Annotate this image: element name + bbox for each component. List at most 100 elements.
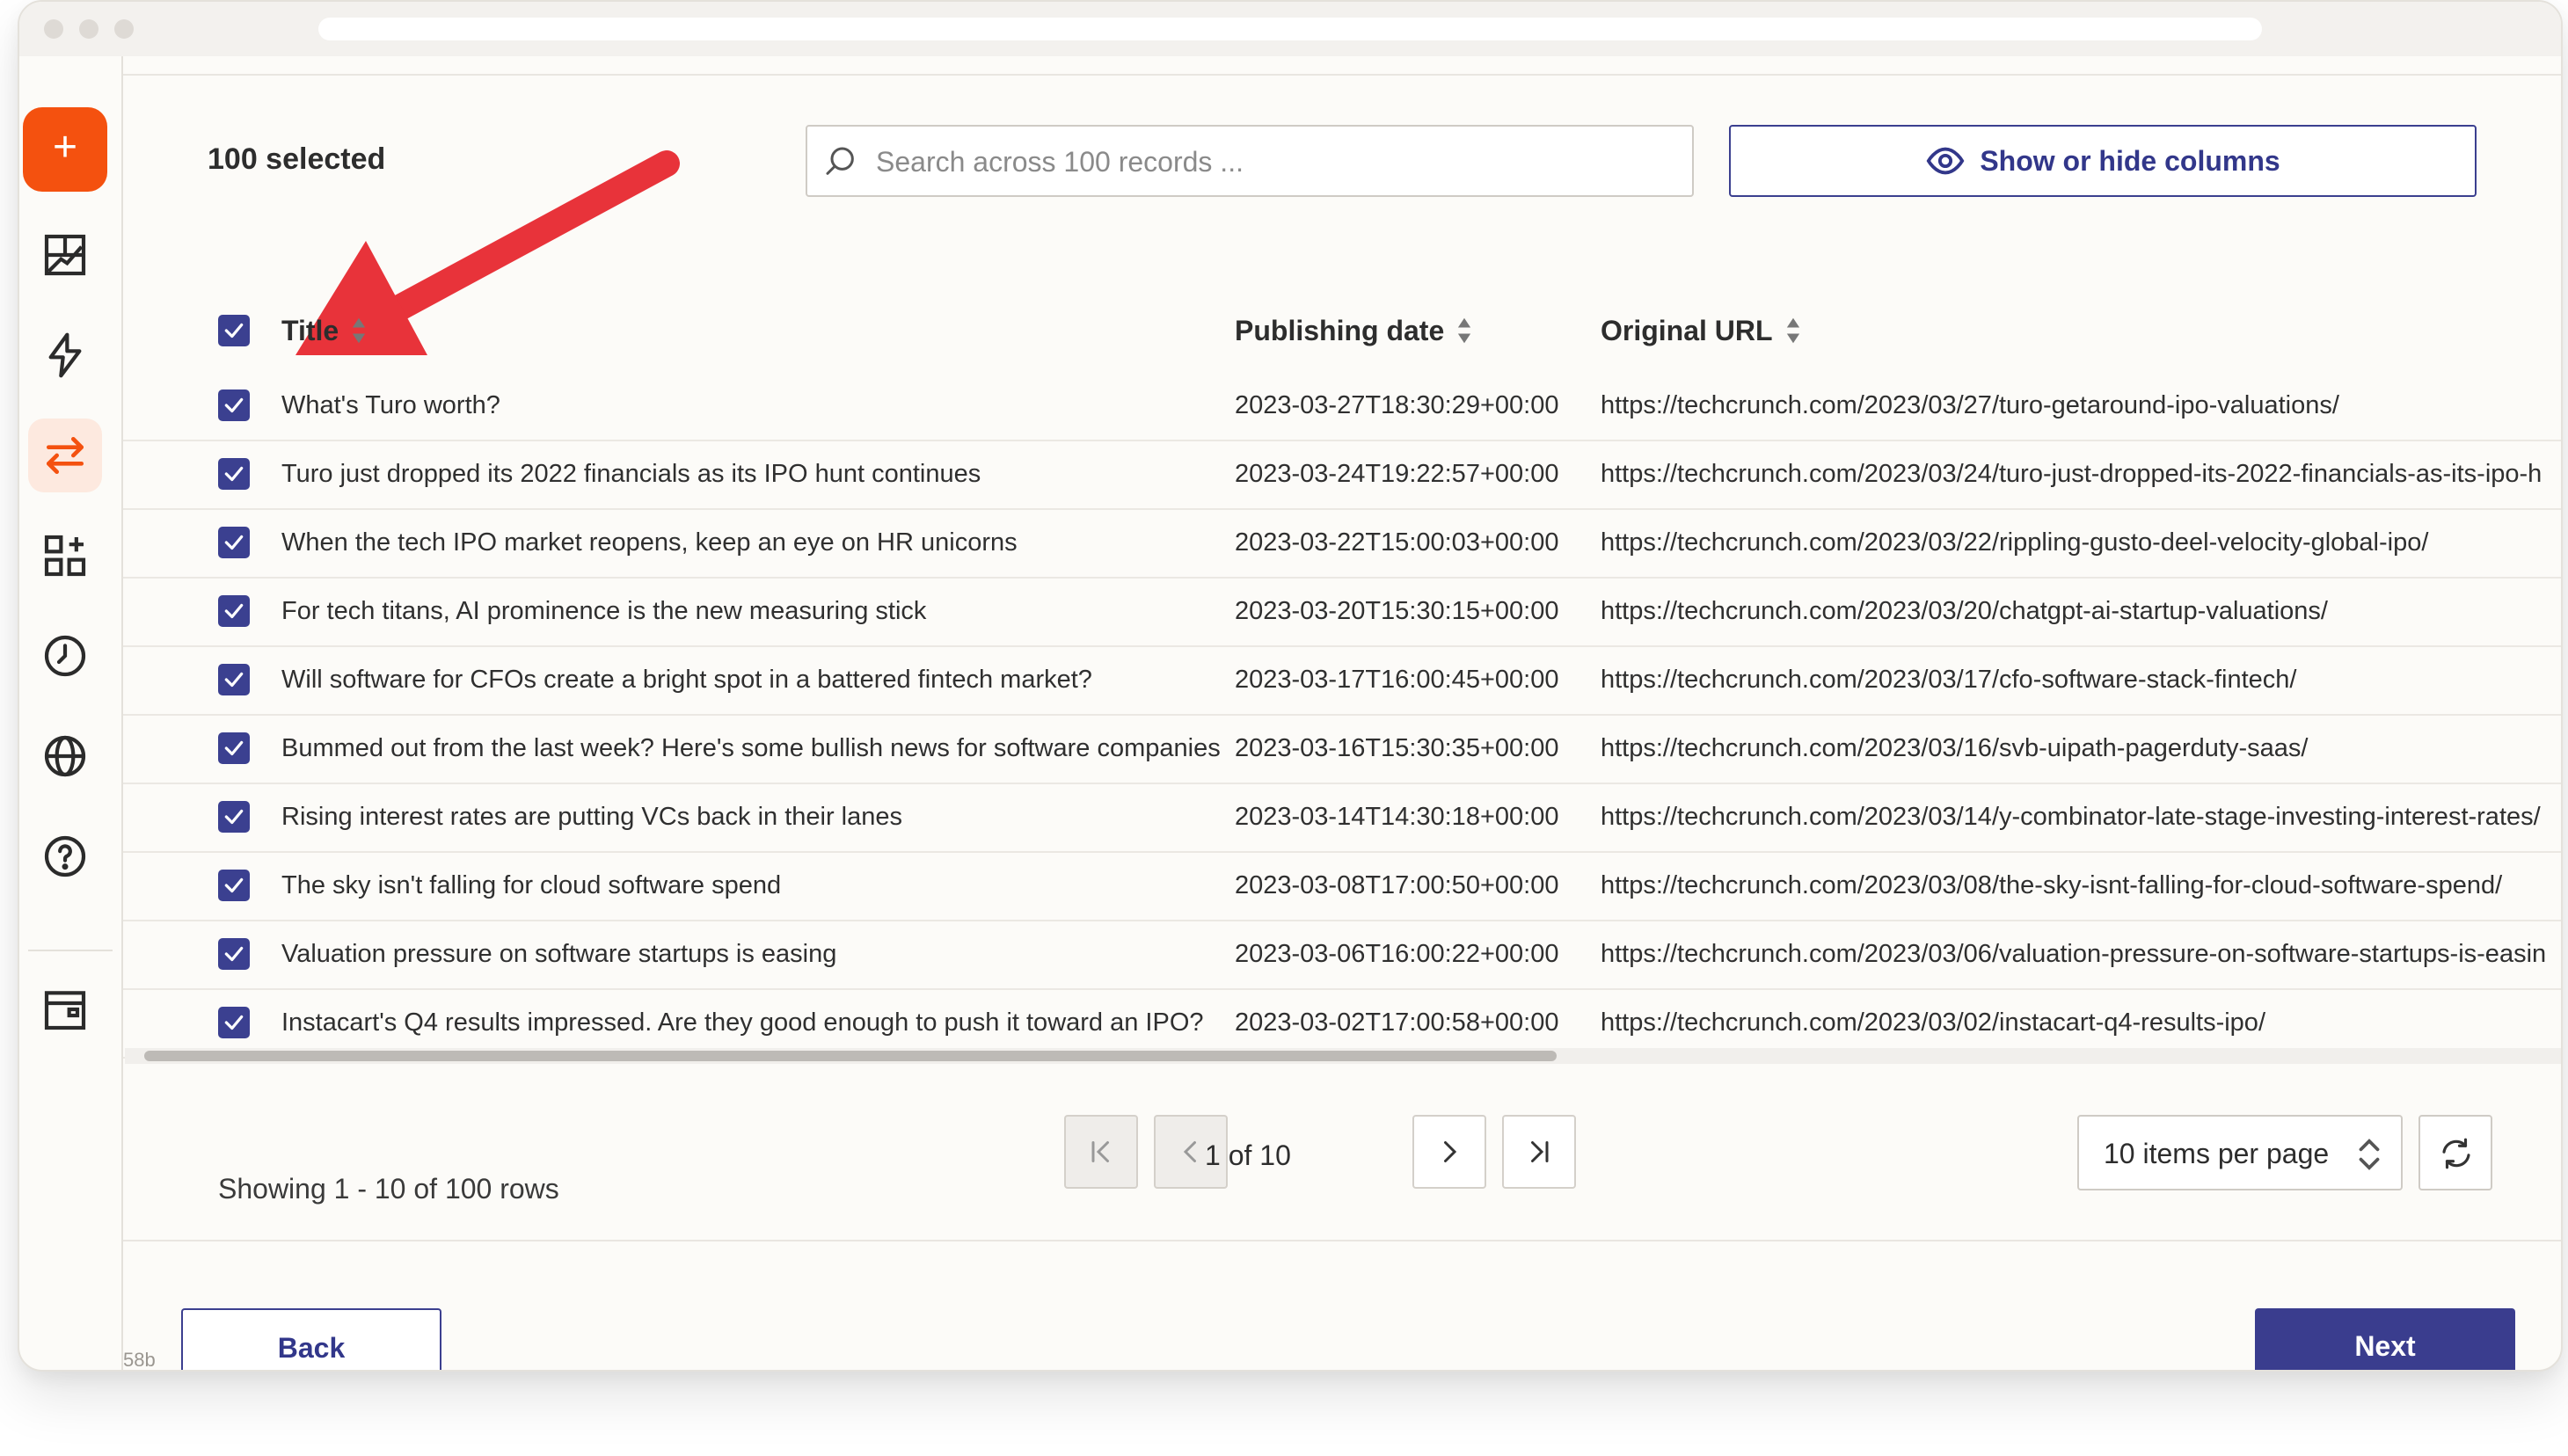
cell-url[interactable]: https://techcrunch.com/2023/03/02/instac…	[1601, 988, 2561, 1057]
sidebar-item-dashboard[interactable]	[28, 218, 102, 292]
cell-title: Valuation pressure on software startups …	[281, 940, 837, 968]
sidebar-item-actions[interactable]	[28, 318, 102, 392]
show-hide-columns-button[interactable]: Show or hide columns	[1729, 125, 2477, 197]
sort-icon	[1786, 317, 1799, 344]
next-page-button[interactable]	[1412, 1115, 1486, 1189]
cell-url[interactable]: https://techcrunch.com/2023/03/22/rippli…	[1601, 508, 2561, 577]
select-all-checkbox[interactable]	[218, 315, 250, 346]
checkmark-icon	[224, 466, 244, 482]
close-window-dot[interactable]	[44, 19, 63, 39]
first-page-button[interactable]	[1064, 1115, 1138, 1189]
sidebar-item-history[interactable]	[28, 619, 102, 693]
last-page-icon	[1531, 1141, 1549, 1162]
table-row[interactable]: The sky isn't falling for cloud software…	[123, 851, 2561, 921]
cell-url[interactable]: https://techcrunch.com/2023/03/27/turo-g…	[1601, 371, 2561, 440]
cell-title: When the tech IPO market reopens, keep a…	[281, 528, 1018, 557]
checkmark-icon	[224, 603, 244, 619]
cell-title: Turo just dropped its 2022 financials as…	[281, 460, 981, 488]
sidebar: +	[19, 56, 123, 1370]
clock-icon	[44, 635, 86, 677]
back-button[interactable]: Back	[181, 1308, 441, 1370]
chevron-right-icon	[1444, 1141, 1457, 1162]
transfer-icon	[47, 437, 84, 474]
cell-title: What's Turo worth?	[281, 391, 500, 419]
last-page-button[interactable]	[1502, 1115, 1576, 1189]
search-box[interactable]	[806, 125, 1694, 197]
row-checkbox[interactable]	[218, 595, 250, 627]
cell-date: 2023-03-14T14:30:18+00:00	[1235, 803, 1559, 831]
cell-date: 2023-03-02T17:00:58+00:00	[1235, 1008, 1559, 1037]
window-icon	[44, 991, 86, 1030]
table-row[interactable]: Rising interest rates are putting VCs ba…	[123, 783, 2561, 853]
table-row[interactable]: For tech titans, AI prominence is the ne…	[123, 577, 2561, 647]
cell-date: 2023-03-27T18:30:29+00:00	[1235, 391, 1559, 419]
add-button[interactable]: +	[23, 107, 107, 192]
sidebar-item-apps[interactable]	[28, 519, 102, 593]
column-header-url[interactable]: Original URL	[1601, 294, 1801, 368]
row-checkbox[interactable]	[218, 870, 250, 901]
checkmark-icon	[224, 946, 244, 962]
row-checkbox[interactable]	[218, 938, 250, 970]
checkmark-icon	[224, 672, 244, 688]
column-header-url-label: Original URL	[1601, 314, 1773, 346]
cell-url[interactable]: https://techcrunch.com/2023/03/08/the-sk…	[1601, 851, 2561, 920]
checkmark-icon	[224, 740, 244, 756]
minimize-window-dot[interactable]	[79, 19, 98, 39]
items-per-page-label: 10 items per page	[2104, 1138, 2330, 1169]
sidebar-item-help[interactable]	[28, 819, 102, 893]
bottom-divider	[123, 1240, 2561, 1241]
table-row[interactable]: Valuation pressure on software startups …	[123, 920, 2561, 990]
lightning-icon	[48, 332, 82, 378]
row-checkbox[interactable]	[218, 389, 250, 421]
row-checkbox[interactable]	[218, 801, 250, 833]
refresh-icon	[2442, 1138, 2470, 1169]
sidebar-item-transfer[interactable]	[28, 419, 102, 492]
apps-icon	[44, 535, 86, 577]
cell-title: For tech titans, AI prominence is the ne…	[281, 597, 927, 625]
corner-label: 58b	[123, 1349, 156, 1371]
row-checkbox[interactable]	[218, 527, 250, 558]
next-button[interactable]: Next	[2255, 1308, 2515, 1370]
cell-url[interactable]: https://techcrunch.com/2023/03/20/chatgp…	[1601, 577, 2561, 645]
address-bar[interactable]	[318, 18, 2262, 40]
table-row[interactable]: Turo just dropped its 2022 financials as…	[123, 440, 2561, 510]
refresh-button[interactable]	[2418, 1115, 2492, 1190]
table-row[interactable]: When the tech IPO market reopens, keep a…	[123, 508, 2561, 579]
app-window: + 100 selected Search across 100 records…	[18, 0, 2563, 1372]
table-row[interactable]: Will software for CFOs create a bright s…	[123, 645, 2561, 716]
cell-url[interactable]: https://techcrunch.com/2023/03/14/y-comb…	[1601, 783, 2561, 851]
chevron-up-down-icon	[2359, 1139, 2380, 1170]
items-per-page-select[interactable]: 10 items per page	[2077, 1115, 2403, 1190]
title-bar	[19, 2, 2561, 56]
top-divider	[123, 74, 2561, 76]
search-input[interactable]	[874, 127, 1669, 197]
table-row[interactable]: What's Turo worth? 2023-03-27T18:30:29+00…	[123, 371, 2561, 441]
cell-title: Instacart's Q4 results impressed. Are th…	[281, 1008, 1204, 1037]
table-row[interactable]: Bummed out from the last week? Here's so…	[123, 714, 2561, 784]
row-checkbox[interactable]	[218, 1007, 250, 1038]
cell-url[interactable]: https://techcrunch.com/2023/03/24/turo-j…	[1601, 440, 2561, 508]
search-icon	[826, 147, 854, 175]
cell-url[interactable]: https://techcrunch.com/2023/03/06/valuat…	[1601, 920, 2561, 988]
sidebar-item-window[interactable]	[28, 972, 102, 1046]
column-header-date-label: Publishing date	[1235, 314, 1445, 346]
cell-date: 2023-03-22T15:00:03+00:00	[1235, 528, 1559, 557]
sidebar-divider	[28, 950, 113, 951]
cell-title: Will software for CFOs create a bright s…	[281, 666, 1092, 694]
first-page-icon	[1091, 1141, 1109, 1162]
column-header-date[interactable]: Publishing date	[1235, 294, 1472, 368]
column-header-title[interactable]: Title	[281, 294, 367, 368]
maximize-window-dot[interactable]	[114, 19, 134, 39]
cell-date: 2023-03-17T16:00:45+00:00	[1235, 666, 1559, 694]
cell-date: 2023-03-06T16:00:22+00:00	[1235, 940, 1559, 968]
show-hide-columns-label: Show or hide columns	[1980, 144, 2280, 177]
sidebar-item-web[interactable]	[28, 719, 102, 793]
row-checkbox[interactable]	[218, 664, 250, 695]
rows-summary: Showing 1 - 10 of 100 rows	[218, 1173, 559, 1205]
horizontal-scrollbar-thumb[interactable]	[144, 1051, 1557, 1061]
row-checkbox[interactable]	[218, 458, 250, 490]
cell-url[interactable]: https://techcrunch.com/2023/03/17/cfo-so…	[1601, 645, 2561, 714]
row-checkbox[interactable]	[218, 732, 250, 764]
cell-url[interactable]: https://techcrunch.com/2023/03/16/svb-ui…	[1601, 714, 2561, 783]
cell-date: 2023-03-08T17:00:50+00:00	[1235, 871, 1559, 899]
